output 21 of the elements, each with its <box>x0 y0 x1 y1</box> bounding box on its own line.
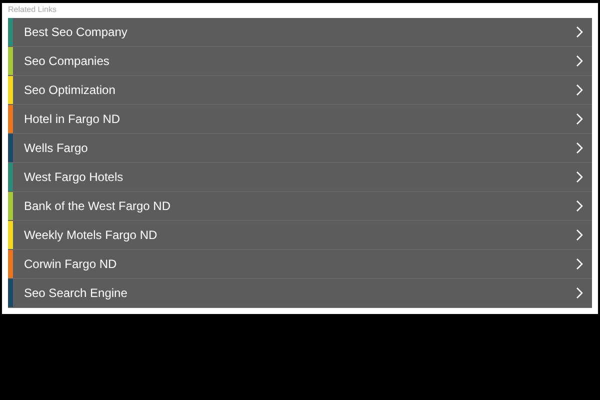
chevron-right-icon <box>576 229 584 241</box>
link-item[interactable]: Seo Search Engine <box>8 279 592 308</box>
chevron-right-icon <box>576 26 584 38</box>
link-item[interactable]: Weekly Motels Fargo ND <box>8 221 592 250</box>
link-item[interactable]: Seo Companies <box>8 47 592 76</box>
link-item[interactable]: Seo Optimization <box>8 76 592 105</box>
chevron-right-icon <box>576 84 584 96</box>
chevron-right-icon <box>576 55 584 67</box>
link-item[interactable]: Wells Fargo <box>8 134 592 163</box>
link-item[interactable]: Best Seo Company <box>8 18 592 47</box>
link-item[interactable]: West Fargo Hotels <box>8 163 592 192</box>
chevron-right-icon <box>576 200 584 212</box>
link-item[interactable]: Bank of the West Fargo ND <box>8 192 592 221</box>
link-item[interactable]: Corwin Fargo ND <box>8 250 592 279</box>
chevron-right-icon <box>576 258 584 270</box>
link-item[interactable]: Hotel in Fargo ND <box>8 105 592 134</box>
panel-title: Related Links <box>8 4 58 16</box>
chevron-right-icon <box>576 142 584 154</box>
chevron-right-icon <box>576 113 584 125</box>
chevron-right-icon <box>576 287 584 299</box>
chevron-right-icon <box>576 171 584 183</box>
